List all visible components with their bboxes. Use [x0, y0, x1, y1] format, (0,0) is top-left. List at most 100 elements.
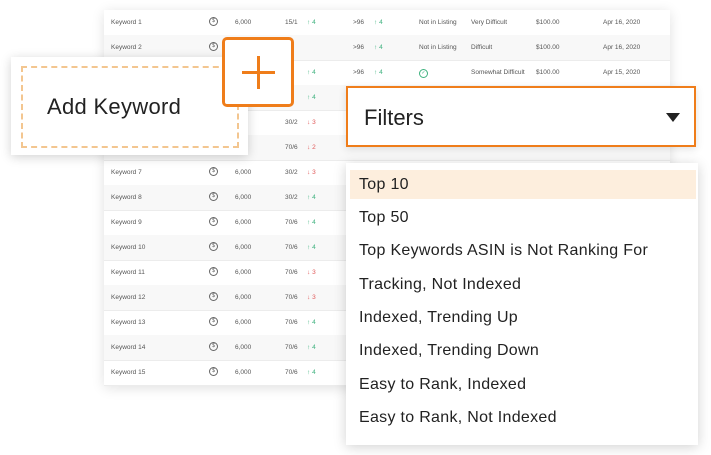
filter-option-label: Tracking, Not Indexed — [359, 276, 522, 293]
trend-down-icon: ↓ 3 — [307, 119, 316, 126]
rank-cell: 15/1 — [285, 19, 298, 26]
rank-cell: 30/2 — [285, 194, 298, 201]
difficulty-cell: Very Difficult — [471, 19, 508, 26]
keyword-cell: Keyword 12 — [111, 294, 146, 301]
filter-option-label: Top 10 — [359, 176, 409, 193]
trend-up-icon: ↑ 4 — [307, 244, 316, 251]
organic-cell: >96 — [353, 44, 365, 51]
volume-cell: 6,000 — [235, 294, 252, 301]
add-keyword-label: Add Keyword — [47, 94, 182, 119]
volume-cell: 6,000 — [235, 369, 252, 376]
rank-cell: 70/6 — [285, 269, 298, 276]
keyword-cell: Keyword 9 — [111, 219, 142, 226]
filters-dropdown[interactable]: Filters — [346, 86, 696, 147]
filter-option-label: Indexed, Trending Down — [359, 342, 540, 359]
asin-icon: $ — [209, 17, 218, 26]
keyword-cell: Keyword 8 — [111, 194, 142, 201]
check-icon: ✓ — [419, 69, 428, 78]
filter-option[interactable]: Indexed, Trending Down — [350, 336, 696, 365]
filter-option-label: Indexed, Trending Up — [359, 309, 518, 326]
volume-cell: 6,000 — [235, 319, 252, 326]
asin-icon: $ — [209, 292, 218, 301]
volume-cell: 6,000 — [235, 19, 252, 26]
trend-down-icon: ↓ 2 — [307, 144, 316, 151]
filters-label: Filters — [364, 105, 424, 130]
filters-menu: Top 10 Top 50 Top Keywords ASIN is Not Ran… — [346, 163, 698, 445]
trend-up-icon: ↑ 4 — [307, 19, 316, 26]
organic-cell: >96 — [353, 19, 365, 26]
price-cell: $100.00 — [536, 19, 560, 26]
filter-option[interactable]: Top 50 — [350, 203, 696, 232]
asin-icon: $ — [209, 317, 218, 326]
trend-up-icon: ↑ 4 — [307, 194, 316, 201]
filter-option[interactable]: Top 10 — [350, 170, 696, 199]
asin-icon: $ — [209, 192, 218, 201]
rank-cell: 70/6 — [285, 344, 298, 351]
rank-cell: 70/6 — [285, 144, 298, 151]
date-cell: Apr 15, 2020 — [603, 69, 641, 76]
asin-icon: $ — [209, 42, 218, 51]
volume-cell: 6,000 — [235, 219, 252, 226]
organic-cell: >96 — [353, 69, 365, 76]
difficulty-cell: Somewhat Difficult — [471, 69, 525, 76]
table-row[interactable]: Keyword 1 6,000 15/1 >96 Very Difficult $100.… — [104, 10, 670, 36]
rank-cell: 70/6 — [285, 244, 298, 251]
asin-icon: $ — [209, 367, 218, 376]
indexed-cell: Not in Listing — [419, 19, 457, 26]
keyword-cell: Keyword 11 — [111, 269, 145, 276]
date-cell: Apr 16, 2020 — [603, 44, 641, 51]
caret-down-icon — [666, 113, 680, 122]
price-cell: $100.00 — [536, 69, 560, 76]
volume-cell: 6,000 — [235, 169, 252, 176]
plus-icon-vertical — [257, 56, 260, 89]
trend-up-icon: ↑ 4 — [307, 369, 316, 376]
volume-cell: 6,000 — [235, 269, 252, 276]
rank-cell: 30/2 — [285, 169, 298, 176]
keyword-cell: Keyword 7 — [111, 169, 142, 176]
difficulty-cell: Difficult — [471, 44, 493, 51]
date-cell: Apr 16, 2020 — [603, 19, 641, 26]
rank-cell: 70/6 — [285, 294, 298, 301]
trend-up-icon: ↑ 4 — [307, 319, 316, 326]
price-cell: $100.00 — [536, 44, 560, 51]
keyword-cell: Keyword 14 — [111, 344, 146, 351]
keyword-cell: Keyword 15 — [111, 369, 146, 376]
rank-cell: 70/6 — [285, 319, 298, 326]
indexed-cell: Not in Listing — [419, 44, 457, 51]
trend-up-icon: ↑ 4 — [374, 19, 383, 26]
keyword-cell: Keyword 1 — [111, 19, 142, 26]
rank-cell: 30/2 — [285, 119, 298, 126]
asin-icon: $ — [209, 342, 218, 351]
add-keyword-button[interactable] — [222, 37, 294, 107]
trend-down-icon: ↓ 3 — [307, 269, 316, 276]
filter-option[interactable]: Easy to Rank, Indexed — [350, 370, 696, 399]
rank-cell: 70/6 — [285, 219, 298, 226]
trend-up-icon: ↑ 4 — [307, 219, 316, 226]
filter-option-label: Top 50 — [359, 209, 409, 226]
rank-cell: 70/6 — [285, 369, 298, 376]
asin-icon: $ — [209, 242, 218, 251]
trend-up-icon: ↑ 4 — [307, 94, 316, 101]
trend-up-icon: ↑ 4 — [374, 69, 383, 76]
filter-option-label: Easy to Rank, Not Indexed — [359, 409, 557, 426]
filter-option[interactable]: Indexed, Trending Up — [350, 303, 696, 332]
filter-option[interactable]: Top Keywords ASIN is Not Ranking For — [350, 236, 696, 265]
asin-icon: $ — [209, 217, 218, 226]
volume-cell: 6,000 — [235, 194, 252, 201]
filter-option[interactable]: Easy to Rank, Not Indexed — [350, 403, 696, 432]
keyword-cell: Keyword 10 — [111, 244, 146, 251]
asin-icon: $ — [209, 167, 218, 176]
filter-option[interactable]: Tracking, Not Indexed — [350, 270, 696, 299]
trend-up-icon: ↑ 4 — [307, 344, 316, 351]
trend-up-icon: ↑ 4 — [374, 44, 383, 51]
trend-up-icon: ↑ 4 — [307, 69, 316, 76]
filter-option-label: Easy to Rank, Indexed — [359, 376, 527, 393]
add-keyword-card[interactable]: Add Keyword — [11, 57, 248, 155]
trend-down-icon: ↓ 3 — [307, 294, 316, 301]
asin-icon: $ — [209, 267, 218, 276]
trend-down-icon: ↓ 3 — [307, 169, 316, 176]
volume-cell: 6,000 — [235, 344, 252, 351]
keyword-cell: Keyword 13 — [111, 319, 146, 326]
keyword-cell: Keyword 2 — [111, 44, 142, 51]
filter-option-label: Top Keywords ASIN is Not Ranking For — [359, 242, 649, 259]
